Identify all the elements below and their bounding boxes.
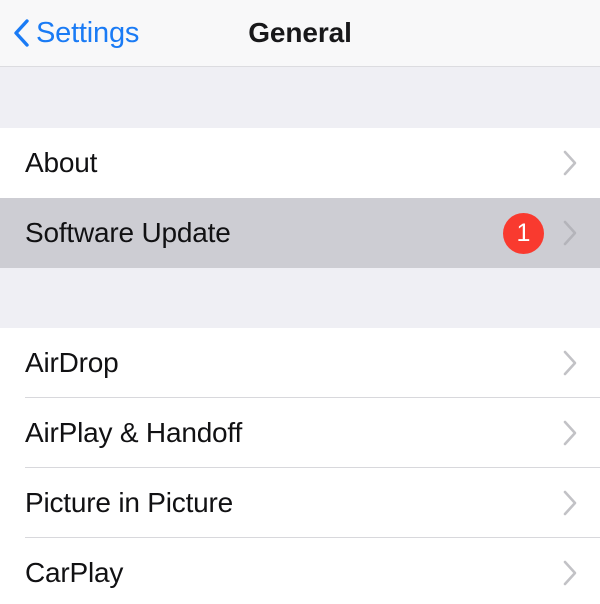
row-accessories [562, 149, 600, 177]
chevron-left-icon [14, 19, 29, 47]
chevron-right-icon [563, 420, 577, 446]
settings-group-connectivity: AirDrop AirPlay & Handoff Picture in Pic… [0, 328, 600, 604]
status-badge: 1 [503, 212, 544, 254]
settings-row-label: About [25, 147, 98, 178]
chevron-right-icon [563, 150, 577, 176]
row-accessories [562, 559, 600, 587]
chevron-right-icon [563, 220, 577, 246]
settings-row-airplay-handoff[interactable]: AirPlay & Handoff [0, 398, 600, 468]
settings-row-picture-in-picture[interactable]: Picture in Picture [0, 468, 600, 538]
settings-row-label: AirDrop [25, 347, 119, 378]
navigation-bar: Settings General [0, 0, 600, 67]
row-accessories [562, 419, 600, 447]
chevron-right-icon [563, 560, 577, 586]
back-button-label: Settings [36, 16, 140, 49]
settings-row-software-update[interactable]: Software Update 1 [0, 198, 600, 268]
settings-row-label: Picture in Picture [25, 487, 234, 518]
settings-group-system: About Software Update 1 [0, 128, 600, 268]
settings-row-about[interactable]: About [0, 128, 600, 198]
settings-row-label: CarPlay [25, 557, 124, 588]
row-accessories [562, 489, 600, 517]
row-accessories [562, 349, 600, 377]
back-button-settings[interactable]: Settings [12, 0, 139, 66]
chevron-right-icon [563, 350, 577, 376]
settings-general-screen: Settings General About Software Update 1 [0, 0, 600, 604]
settings-row-airdrop[interactable]: AirDrop [0, 328, 600, 398]
settings-row-label: AirPlay & Handoff [25, 417, 243, 448]
settings-row-carplay[interactable]: CarPlay [0, 538, 600, 604]
row-accessories: 1 [503, 212, 600, 254]
chevron-right-icon [563, 490, 577, 516]
settings-row-label: Software Update [25, 217, 231, 248]
